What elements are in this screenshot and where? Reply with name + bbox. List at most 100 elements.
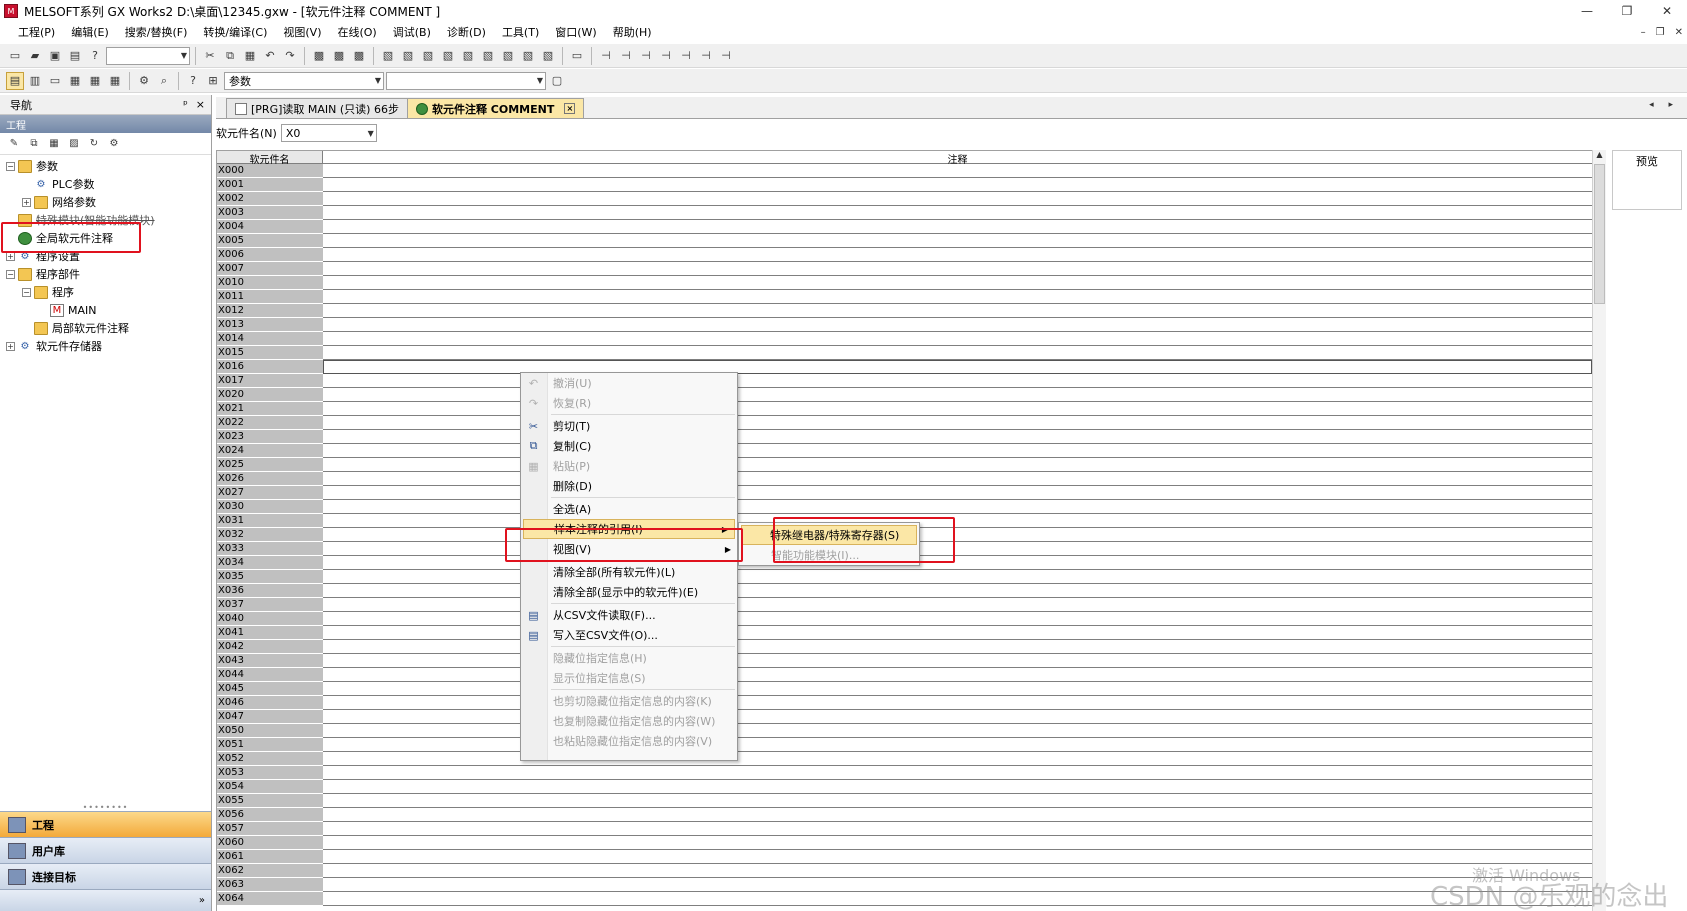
comment-cell[interactable] — [323, 178, 1592, 192]
device-cell[interactable]: X060 — [217, 836, 323, 850]
comment-cell[interactable] — [323, 206, 1592, 220]
table-row[interactable]: X001 — [217, 178, 1592, 192]
comment-cell[interactable] — [323, 374, 1592, 388]
device-cell[interactable]: X000 — [217, 164, 323, 178]
comment-cell[interactable] — [323, 318, 1592, 332]
tab-main-program[interactable]: [PRG]读取 MAIN (只读) 66步 — [226, 98, 408, 118]
device-cell[interactable]: X043 — [217, 654, 323, 668]
nav-close-icon[interactable]: × — [196, 98, 205, 111]
comment-cell[interactable] — [323, 360, 1592, 374]
table-row[interactable]: X060 — [217, 836, 1592, 850]
redo-icon[interactable]: ↷ — [281, 47, 299, 65]
comment-cell[interactable] — [323, 626, 1592, 640]
ladder-coil-icon[interactable]: ⊣ — [617, 47, 635, 65]
monitor-mode-icon[interactable]: ▧ — [419, 47, 437, 65]
property-icon[interactable]: ▨ — [66, 136, 82, 152]
tab-close-icon[interactable]: × — [564, 103, 576, 114]
table-row[interactable]: X046 — [217, 696, 1592, 710]
comment-cell[interactable] — [323, 738, 1592, 752]
table-row[interactable]: X047 — [217, 710, 1592, 724]
device-cell[interactable]: X041 — [217, 626, 323, 640]
device-cell[interactable]: X044 — [217, 668, 323, 682]
table-row[interactable]: X002 — [217, 192, 1592, 206]
device-cell[interactable]: X050 — [217, 724, 323, 738]
mdi-close-button[interactable]: ✕ — [1675, 27, 1683, 38]
comment-cell[interactable] — [323, 542, 1592, 556]
device-cell[interactable]: X034 — [217, 556, 323, 570]
tree-options-icon[interactable]: ⚙ — [106, 136, 122, 152]
tree-item[interactable]: + ⚙ 程序设置 — [0, 247, 211, 265]
table-row[interactable]: X052 — [217, 752, 1592, 766]
grip-handle[interactable]: •••••••• — [0, 803, 211, 812]
table-row[interactable]: X056 — [217, 808, 1592, 822]
table-row[interactable]: X000 — [217, 164, 1592, 178]
col-comment[interactable]: 注释 — [323, 151, 1592, 166]
comment-cell[interactable] — [323, 850, 1592, 864]
nav-user-library-button[interactable]: 用户库 — [0, 837, 211, 863]
comment-cell[interactable] — [323, 500, 1592, 514]
table-row[interactable]: X005 — [217, 234, 1592, 248]
device-cell[interactable]: X064 — [217, 892, 323, 906]
table-row[interactable]: X030 — [217, 500, 1592, 514]
device-cell[interactable]: X010 — [217, 276, 323, 290]
table-row[interactable]: X063 — [217, 878, 1592, 892]
comment-cell[interactable] — [323, 752, 1592, 766]
more-icon[interactable]: » — [199, 895, 205, 906]
tree-item[interactable]: 特殊模块(智能功能模块) — [0, 211, 211, 229]
device-cell[interactable]: X045 — [217, 682, 323, 696]
device-cell[interactable]: X031 — [217, 514, 323, 528]
table-row[interactable]: X057 — [217, 822, 1592, 836]
table-row[interactable]: X026 — [217, 472, 1592, 486]
ladder-branch-icon[interactable]: ⊣ — [657, 47, 675, 65]
comment-cell[interactable] — [323, 598, 1592, 612]
new-data-icon[interactable]: ✎ — [6, 136, 22, 152]
comment-cell[interactable] — [323, 430, 1592, 444]
comment-cell[interactable] — [323, 892, 1592, 906]
device-cell[interactable]: X032 — [217, 528, 323, 542]
comment-cell[interactable] — [323, 346, 1592, 360]
pin-icon[interactable]: ᵖ — [183, 98, 188, 111]
table-row[interactable]: X051 — [217, 738, 1592, 752]
help-question-icon[interactable]: ? — [184, 72, 202, 90]
mdi-restore-button[interactable]: ❐ — [1656, 27, 1665, 38]
comment-cell[interactable] — [323, 276, 1592, 290]
device-cell[interactable]: X054 — [217, 780, 323, 794]
comment-cell[interactable] — [323, 248, 1592, 262]
table-row[interactable]: X024 — [217, 444, 1592, 458]
comment-cell[interactable] — [323, 864, 1592, 878]
menu-help[interactable]: 帮助(H) — [605, 24, 660, 40]
comment-cell[interactable] — [323, 472, 1592, 486]
menu-find-replace[interactable]: 搜索/替换(F) — [117, 24, 196, 40]
comment-cell[interactable] — [323, 668, 1592, 682]
device-cell[interactable]: X036 — [217, 584, 323, 598]
device-cell[interactable]: X063 — [217, 878, 323, 892]
cross-ref-icon[interactable]: ▦ — [66, 72, 84, 90]
save-icon[interactable]: ▣ — [46, 47, 64, 65]
toolbar-combo-1[interactable]: ▼ — [106, 46, 190, 65]
table-row[interactable]: X011 — [217, 290, 1592, 304]
expand-icon[interactable]: + — [22, 197, 31, 207]
comment-cell[interactable] — [323, 192, 1592, 206]
menu-tool[interactable]: 工具(T) — [494, 24, 547, 40]
tree-item[interactable]: 局部软元件注释 — [0, 319, 211, 337]
table-row[interactable]: X020 — [217, 388, 1592, 402]
comment-cell[interactable] — [323, 388, 1592, 402]
menu-diagnostics[interactable]: 诊断(D) — [439, 24, 494, 40]
tree-item[interactable]: + 网络参数 — [0, 193, 211, 211]
comment-cell[interactable] — [323, 556, 1592, 570]
table-row[interactable]: X042 — [217, 640, 1592, 654]
device-cell[interactable]: X003 — [217, 206, 323, 220]
table-row[interactable]: X036 — [217, 584, 1592, 598]
comment-cell[interactable] — [323, 570, 1592, 584]
search-combo-2[interactable]: ▼ — [386, 71, 546, 90]
table-row[interactable]: X044 — [217, 668, 1592, 682]
device-cell[interactable]: X061 — [217, 850, 323, 864]
menu-debug[interactable]: 调试(B) — [385, 24, 439, 40]
table-row[interactable]: X025 — [217, 458, 1592, 472]
minimize-button[interactable]: — — [1567, 0, 1607, 22]
submenu-item[interactable]: 特殊继电器/特殊寄存器(S) — [741, 525, 917, 545]
tab-device-comment[interactable]: 软元件注释 COMMENT × — [406, 98, 585, 118]
expand-icon[interactable]: + — [6, 341, 15, 351]
comment-cell[interactable] — [323, 514, 1592, 528]
nav-connection-button[interactable]: 连接目标 — [0, 863, 211, 889]
